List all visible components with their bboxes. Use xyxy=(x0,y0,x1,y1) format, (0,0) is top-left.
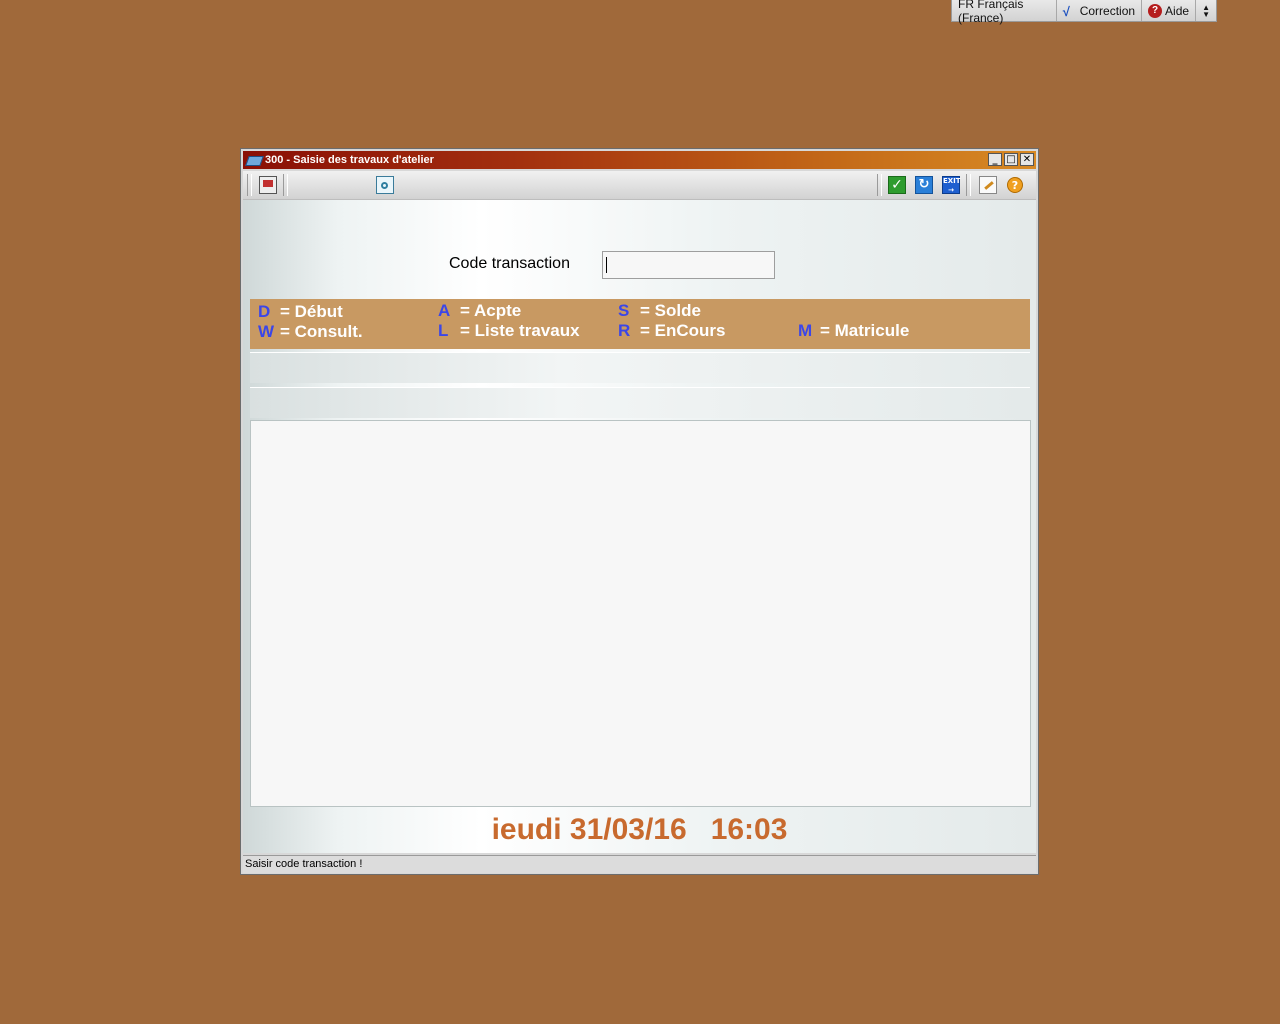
refresh-icon[interactable]: ↻ xyxy=(915,176,933,194)
chevron-icon: ▲ ▼ xyxy=(1202,2,1210,19)
code-transaction-label: Code transaction xyxy=(449,255,570,272)
exit-icon[interactable]: EXIT → xyxy=(942,176,961,194)
maximize-button[interactable]: □ xyxy=(1004,153,1018,166)
info-band xyxy=(250,352,1030,383)
legend-key: W xyxy=(258,322,275,341)
info-band xyxy=(250,387,1030,418)
status-message: Saisir code transaction ! xyxy=(245,858,363,870)
code-transaction-input[interactable] xyxy=(602,251,775,279)
toolbar-separator xyxy=(283,174,288,196)
legend-item-debut: D = Début xyxy=(258,302,343,322)
legend-label: = Solde xyxy=(640,301,701,320)
legend-key: D xyxy=(258,302,271,321)
toolbar-separator xyxy=(966,174,971,196)
legend-label: = Consult. xyxy=(280,322,363,341)
form-content: Code transaction D = Début A = Acpte S = So… xyxy=(243,200,1036,853)
validate-icon[interactable]: ✓ xyxy=(888,176,906,194)
command-legend: D = Début A = Acpte S = Solde W = Consult. L… xyxy=(250,299,1030,349)
window-title: 300 - Saisie des travaux d'atelier xyxy=(265,154,434,166)
preview-icon[interactable] xyxy=(376,176,394,194)
help-glyph: ? xyxy=(1011,179,1019,192)
legend-key: S xyxy=(618,301,630,320)
correction-button[interactable]: √ Correction xyxy=(1057,0,1143,21)
help-button[interactable]: ? Aide xyxy=(1142,0,1197,21)
legend-item-consult: W = Consult. xyxy=(258,322,363,342)
toolbar-separator xyxy=(247,174,252,196)
exit-label: EXIT xyxy=(943,177,961,185)
language-bar: FR Français (France) √ Correction ? Aide… xyxy=(951,0,1217,25)
legend-key: R xyxy=(618,321,631,340)
langbar-options-button[interactable]: ▲ ▼ xyxy=(1196,0,1216,21)
legend-label: = Liste travaux xyxy=(460,321,580,340)
results-list[interactable] xyxy=(250,420,1031,807)
legend-label: = Début xyxy=(280,302,343,321)
legend-label: = Acpte xyxy=(460,301,522,320)
legend-label: = Matricule xyxy=(820,321,910,340)
toolbar-separator xyxy=(877,174,882,196)
help-icon: ? xyxy=(1148,3,1163,18)
edit-icon[interactable] xyxy=(979,176,997,194)
correction-label: Correction xyxy=(1079,3,1136,18)
close-button[interactable]: ✕ xyxy=(1020,153,1034,166)
app-icon xyxy=(246,153,262,167)
save-icon[interactable] xyxy=(259,176,277,194)
minimize-button[interactable]: _ xyxy=(988,153,1002,166)
legend-item-encours: R = EnCours xyxy=(618,321,726,341)
language-label: FR Français (France) xyxy=(958,0,1024,25)
legend-item-liste-travaux: L = Liste travaux xyxy=(438,321,580,341)
status-bar: Saisir code transaction ! xyxy=(243,855,1036,873)
legend-key: L xyxy=(438,321,449,340)
title-bar[interactable]: 300 - Saisie des travaux d'atelier _ □ ✕ xyxy=(243,151,1036,169)
window-controls: _ □ ✕ xyxy=(988,153,1034,166)
language-selector[interactable]: FR Français (France) xyxy=(952,0,1057,25)
help-label: Aide xyxy=(1165,3,1190,18)
legend-item-acpte: A = Acpte xyxy=(438,301,521,321)
legend-label: = EnCours xyxy=(640,321,726,340)
toolbar: ✓ ↻ EXIT → ? xyxy=(243,171,1036,200)
legend-key: A xyxy=(438,301,451,320)
check-icon: √ xyxy=(1062,3,1070,19)
help-icon[interactable]: ? xyxy=(1007,177,1023,193)
legend-item-matricule: M = Matricule xyxy=(798,321,909,341)
current-time: 16:03 xyxy=(710,813,788,846)
current-date: ieudi 31/03/16 xyxy=(491,813,687,846)
app-window: 300 - Saisie des travaux d'atelier _ □ ✕… xyxy=(240,148,1039,875)
legend-item-solde: S = Solde xyxy=(618,301,701,321)
date-time-display: ieudi 31/03/16 16:03 xyxy=(243,813,1036,847)
legend-key: M xyxy=(798,321,813,340)
